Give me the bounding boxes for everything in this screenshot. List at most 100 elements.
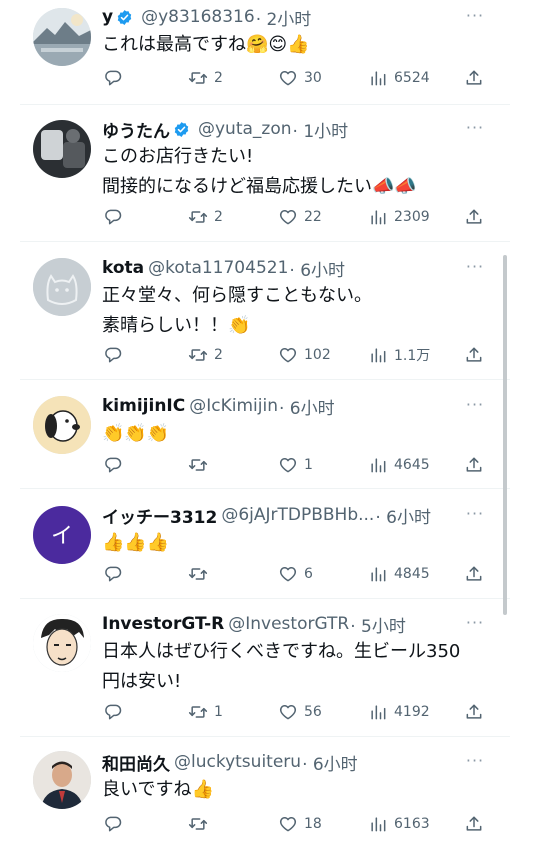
tweet-header: kimijinIC @IcKimijin · 6小时 [102, 393, 335, 419]
like-button[interactable]: 1 [278, 453, 313, 477]
avatar[interactable] [33, 8, 91, 66]
tweet-actions: 6 4845 [100, 562, 500, 586]
views-button[interactable]: 6163 [368, 812, 430, 836]
retweet-button[interactable]: 1 [188, 700, 223, 724]
like-button[interactable]: 102 [278, 343, 331, 367]
user-handle[interactable]: @kota11704521 [148, 258, 288, 278]
views-button[interactable]: 4645 [368, 453, 430, 477]
timestamp[interactable]: · 6小时 [289, 256, 345, 281]
views-button[interactable]: 6524 [368, 66, 430, 90]
display-name[interactable]: ゆうたん [102, 117, 170, 142]
avatar[interactable] [33, 120, 91, 178]
heart-icon [279, 71, 297, 86]
more-icon[interactable]: ··· [462, 615, 488, 631]
user-handle[interactable]: @luckytsuiteru [174, 752, 301, 772]
display-name[interactable]: イッチー3312 [102, 503, 217, 528]
avatar[interactable] [33, 258, 91, 316]
reply-button[interactable] [103, 453, 129, 477]
like-count: 56 [304, 704, 322, 720]
user-handle[interactable]: @InvestorGTR [228, 614, 349, 634]
tweet-text: 👍👍👍 [102, 528, 502, 558]
more-icon[interactable]: ··· [462, 120, 488, 136]
reply-button[interactable] [103, 343, 129, 367]
more-icon[interactable]: ··· [462, 753, 488, 769]
timestamp[interactable]: · 1小时 [293, 117, 349, 142]
like-button[interactable]: 18 [278, 812, 322, 836]
like-button[interactable]: 6 [278, 562, 313, 586]
tweet-text-line: 円は安い! [102, 671, 182, 692]
display-name[interactable]: y [102, 7, 113, 27]
tweet-header: ゆうたん @yuta_zon · 1小时 [102, 116, 348, 142]
reply-icon [105, 816, 122, 832]
more-icon[interactable]: ··· [462, 8, 488, 24]
retweet-icon [188, 568, 208, 580]
tweet-header: イッチー3312 @6jAJrTDPBBHb... · 6小时 [102, 502, 431, 528]
share-button[interactable] [464, 562, 484, 586]
display-name[interactable]: InvestorGT-R [102, 614, 224, 634]
retweet-button[interactable]: 2 [188, 343, 223, 367]
tweet-divider [20, 241, 510, 242]
retweet-button[interactable]: 2 [188, 66, 223, 90]
like-button[interactable]: 22 [278, 205, 322, 229]
like-count: 1 [304, 457, 313, 473]
timestamp[interactable]: · 6小时 [302, 750, 358, 775]
reply-button[interactable] [103, 812, 129, 836]
user-handle[interactable]: @yuta_zon [198, 119, 292, 139]
timestamp[interactable]: · 2小时 [256, 5, 312, 30]
more-icon[interactable]: ··· [462, 397, 488, 413]
views-icon [371, 817, 386, 832]
tweet-text: このお店行きたい! 間接的になるけど福島応援したい📣📣 [102, 142, 502, 202]
retweet-button[interactable] [188, 562, 214, 586]
reply-button[interactable] [103, 205, 129, 229]
avatar[interactable]: イ [33, 506, 91, 564]
reply-button[interactable] [103, 700, 129, 724]
tweet-text: 日本人はぜひ行くべきですね。生ビール350 円は安い! [102, 637, 502, 697]
tweet-actions: 18 6163 [100, 812, 500, 836]
tweet-text-line: 良いですね👍 [102, 779, 214, 800]
reply-icon [105, 70, 122, 86]
tweet-header: kota @kota11704521 · 6小时 [102, 255, 345, 281]
avatar[interactable] [33, 396, 91, 454]
heart-icon [279, 348, 297, 363]
avatar[interactable] [33, 751, 91, 809]
tweet-header: 和田尚久 @luckytsuiteru · 6小时 [102, 749, 358, 775]
heart-icon [279, 210, 297, 225]
reply-button[interactable] [103, 66, 129, 90]
views-button[interactable]: 2309 [368, 205, 430, 229]
share-button[interactable] [464, 812, 484, 836]
timestamp[interactable]: · 6小时 [375, 503, 431, 528]
views-button[interactable]: 4845 [368, 562, 430, 586]
tweet-text-line: 間接的になるけど福島応援したい📣📣 [102, 176, 417, 197]
views-count: 6163 [394, 816, 430, 832]
verified-icon [117, 9, 132, 25]
user-handle[interactable]: @6jAJrTDPBBHb... [221, 505, 374, 525]
retweet-icon [188, 349, 208, 361]
user-handle[interactable]: @IcKimijin [189, 396, 278, 416]
more-icon[interactable]: ··· [462, 259, 488, 275]
retweet-button[interactable]: 2 [188, 205, 223, 229]
retweet-button[interactable] [188, 812, 214, 836]
more-icon[interactable]: ··· [462, 506, 488, 522]
display-name[interactable]: 和田尚久 [102, 750, 170, 775]
share-button[interactable] [464, 205, 484, 229]
share-button[interactable] [464, 66, 484, 90]
views-button[interactable]: 1.1万 [368, 343, 430, 367]
share-button[interactable] [464, 343, 484, 367]
display-name[interactable]: kimijinIC [102, 396, 185, 416]
user-handle[interactable]: @y83168316 [141, 7, 255, 27]
reply-button[interactable] [103, 562, 129, 586]
share-button[interactable] [464, 700, 484, 724]
heart-icon [279, 458, 297, 473]
like-button[interactable]: 30 [278, 66, 322, 90]
display-name[interactable]: kota [102, 258, 144, 278]
timestamp[interactable]: · 5小时 [350, 612, 406, 637]
retweet-button[interactable] [188, 453, 214, 477]
retweet-count: 2 [214, 70, 223, 86]
avatar[interactable] [33, 614, 91, 672]
scrollbar[interactable] [503, 255, 507, 615]
like-button[interactable]: 56 [278, 700, 322, 724]
views-button[interactable]: 4192 [368, 700, 430, 724]
retweet-icon [188, 72, 208, 84]
share-button[interactable] [464, 453, 484, 477]
timestamp[interactable]: · 6小时 [279, 394, 335, 419]
